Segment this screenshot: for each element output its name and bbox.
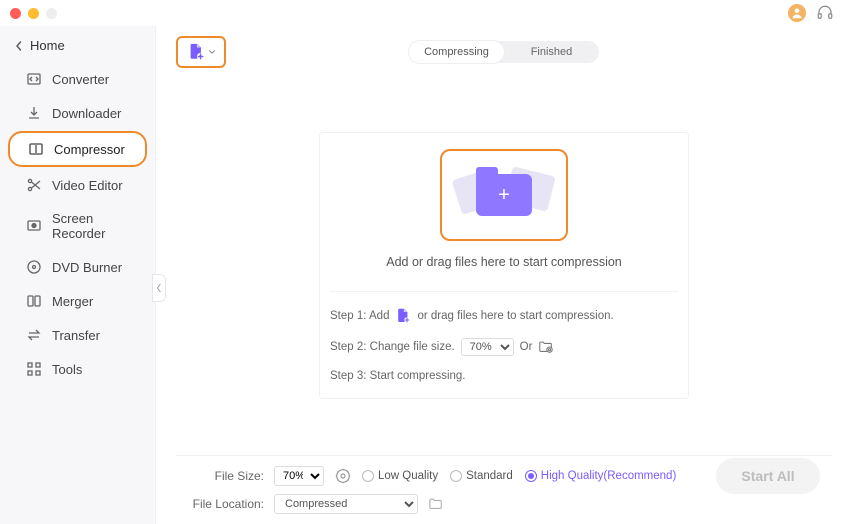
support-icon[interactable] xyxy=(816,4,834,22)
sidebar-item-transfer[interactable]: Transfer xyxy=(8,319,147,351)
radio-low-quality[interactable]: Low Quality xyxy=(362,470,438,482)
step-2-prefix: Step 2: Change file size. xyxy=(330,341,455,353)
tab-compressing[interactable]: Compressing xyxy=(409,41,504,63)
tools-icon xyxy=(26,361,42,377)
footer-row-location: File Location: Compressed xyxy=(176,494,832,514)
file-size-select[interactable]: 70% xyxy=(274,466,324,486)
main-panel: Compressing Finished + Add or drag files… xyxy=(156,26,850,524)
sidebar-item-compressor[interactable]: Compressor xyxy=(8,131,147,167)
home-link[interactable]: Home xyxy=(0,30,155,63)
compressor-icon xyxy=(28,141,44,157)
window-controls xyxy=(10,8,57,19)
radio-label: Low Quality xyxy=(378,470,438,482)
step-2: Step 2: Change file size. 70% Or xyxy=(330,338,678,356)
sidebar-item-merger[interactable]: Merger xyxy=(8,285,147,317)
recorder-icon xyxy=(26,218,42,234)
step-1-suffix: or drag files here to start compression. xyxy=(417,310,613,322)
step-1: Step 1: Add or drag files here to start … xyxy=(330,308,678,324)
open-folder-icon[interactable] xyxy=(428,497,444,511)
quality-radio-group: Low Quality Standard High Quality(Recomm… xyxy=(362,470,676,482)
close-window-icon[interactable] xyxy=(10,8,21,19)
file-size-label: File Size: xyxy=(176,469,264,483)
sidebar-item-label: Merger xyxy=(52,294,93,309)
radio-standard[interactable]: Standard xyxy=(450,470,513,482)
sidebar-item-label: Screen Recorder xyxy=(52,211,135,241)
minimize-window-icon[interactable] xyxy=(28,8,39,19)
sidebar-item-screen-recorder[interactable]: Screen Recorder xyxy=(8,203,147,249)
sidebar-item-dvd-burner[interactable]: DVD Burner xyxy=(8,251,147,283)
drop-card: + Add or drag files here to start compre… xyxy=(319,132,689,399)
sidebar-item-label: Compressor xyxy=(54,142,125,157)
step-3: Step 3: Start compressing. xyxy=(330,370,678,382)
disc-icon xyxy=(26,259,42,275)
gear-icon[interactable] xyxy=(334,467,352,485)
radio-label: High Quality(Recommend) xyxy=(541,470,677,482)
radio-label: Standard xyxy=(466,470,513,482)
file-plus-icon[interactable] xyxy=(395,308,411,324)
merge-icon xyxy=(26,293,42,309)
drop-hint: Add or drag files here to start compress… xyxy=(330,255,678,269)
sidebar: Home Converter Downloader Compressor Vid… xyxy=(0,26,156,524)
titlebar xyxy=(0,0,850,26)
sidebar-item-tools[interactable]: Tools xyxy=(8,353,147,385)
download-icon xyxy=(26,105,42,121)
tab-finished[interactable]: Finished xyxy=(504,41,599,63)
radio-high-quality[interactable]: High Quality(Recommend) xyxy=(525,470,677,482)
step-1-prefix: Step 1: Add xyxy=(330,310,389,322)
sidebar-item-label: Converter xyxy=(52,72,109,87)
step-3-text: Step 3: Start compressing. xyxy=(330,370,466,382)
steps-panel: Step 1: Add or drag files here to start … xyxy=(330,291,678,382)
tab-label: Finished xyxy=(531,46,573,58)
settings-folder-icon[interactable] xyxy=(538,339,554,355)
tab-label: Compressing xyxy=(424,46,489,58)
toolbar: Compressing Finished xyxy=(176,36,832,68)
chevron-left-icon xyxy=(14,41,24,51)
sidebar-item-downloader[interactable]: Downloader xyxy=(8,97,147,129)
sidebar-item-label: Video Editor xyxy=(52,178,123,193)
content-area: + Add or drag files here to start compre… xyxy=(176,68,832,455)
drop-frame: + xyxy=(440,149,568,241)
status-tabs: Compressing Finished xyxy=(409,41,599,63)
chevron-down-icon xyxy=(208,48,216,56)
maximize-window-icon[interactable] xyxy=(46,8,57,19)
start-all-label: Start All xyxy=(741,468,794,484)
start-all-button[interactable]: Start All xyxy=(716,458,820,494)
converter-icon xyxy=(26,71,42,87)
folder-plus-icon: + xyxy=(476,174,532,216)
file-location-label: File Location: xyxy=(176,497,264,511)
sidebar-item-video-editor[interactable]: Video Editor xyxy=(8,169,147,201)
step-2-or: Or xyxy=(520,341,533,353)
file-plus-icon xyxy=(187,43,205,61)
titlebar-right xyxy=(788,4,834,22)
sidebar-item-label: DVD Burner xyxy=(52,260,122,275)
chevron-left-icon xyxy=(156,283,162,293)
sidebar-item-label: Transfer xyxy=(52,328,100,343)
avatar[interactable] xyxy=(788,4,806,22)
file-location-select[interactable]: Compressed xyxy=(274,494,418,514)
home-label: Home xyxy=(30,38,65,53)
sidebar-item-converter[interactable]: Converter xyxy=(8,63,147,95)
add-file-button[interactable] xyxy=(176,36,226,68)
sidebar-item-label: Tools xyxy=(52,362,82,377)
step-size-select[interactable]: 70% xyxy=(461,338,514,356)
scissors-icon xyxy=(26,177,42,193)
drop-zone[interactable]: + xyxy=(330,147,678,243)
sidebar-collapse-button[interactable] xyxy=(152,274,166,302)
sidebar-item-label: Downloader xyxy=(52,106,121,121)
transfer-icon xyxy=(26,327,42,343)
